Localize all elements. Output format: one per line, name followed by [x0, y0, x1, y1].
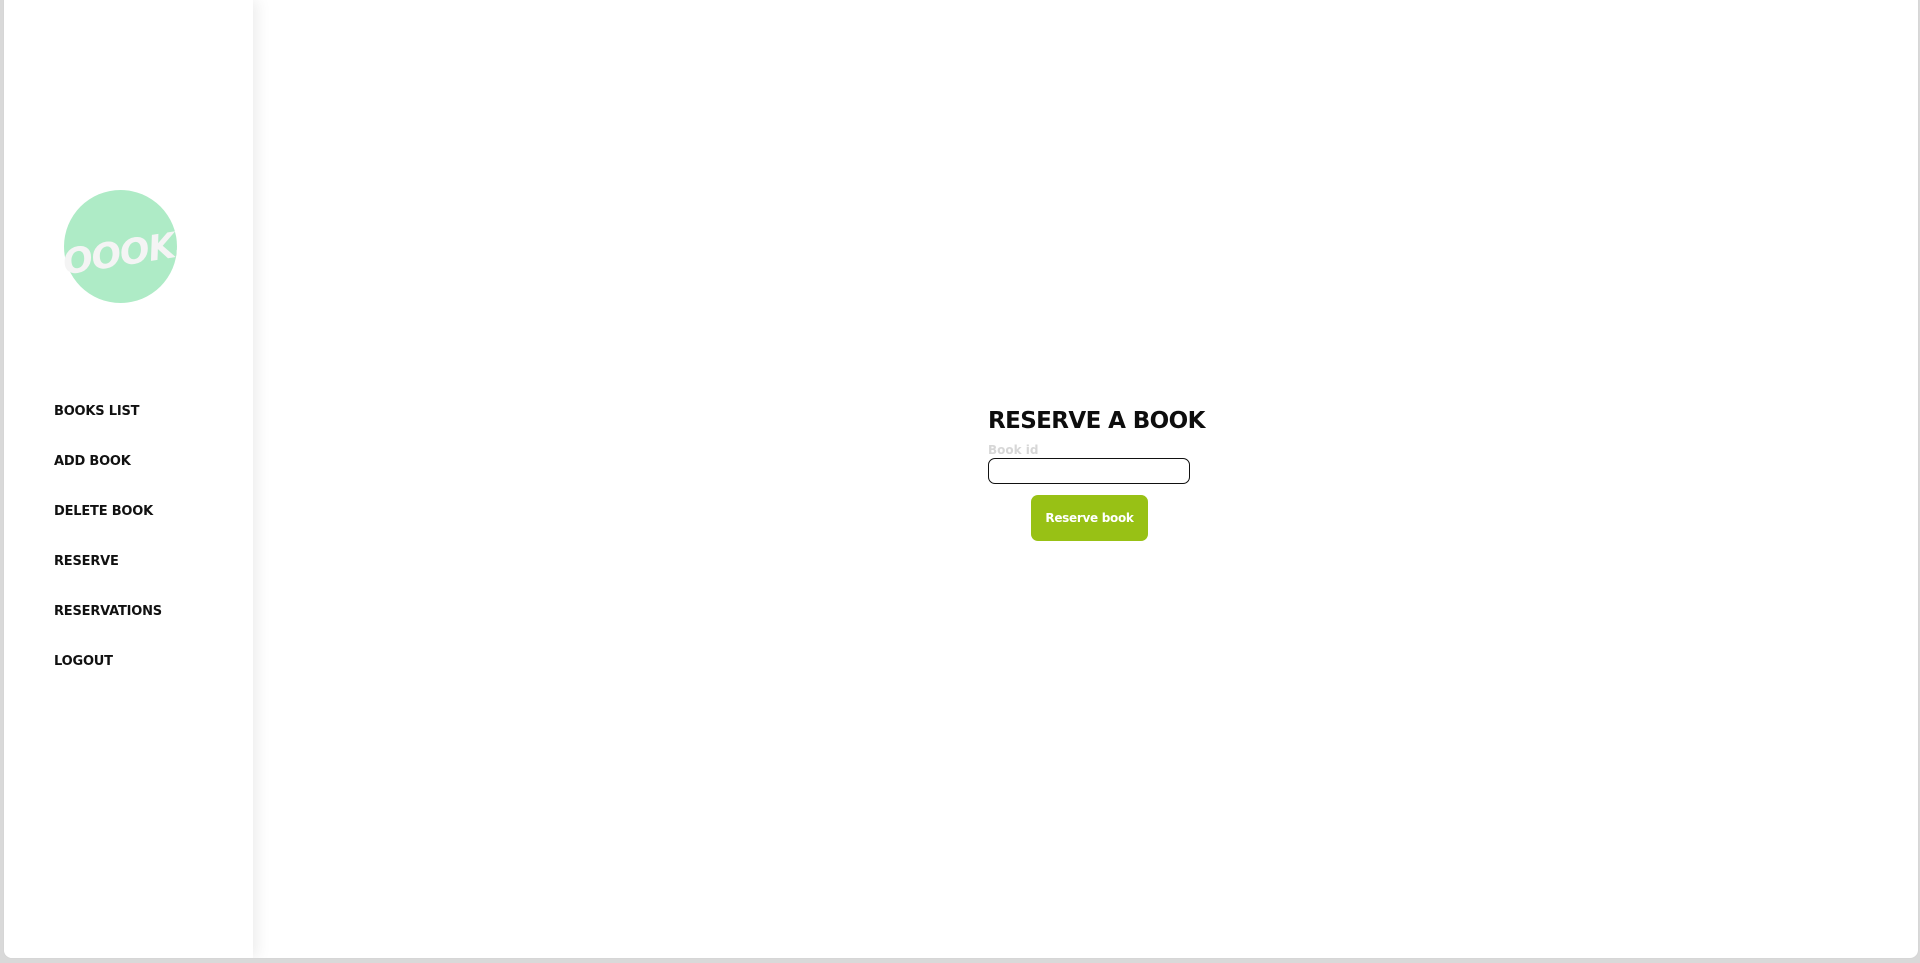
booooks-logo[interactable]: BOOOKS — [64, 190, 177, 303]
page-title: RESERVE A BOOK — [988, 408, 1205, 434]
sidebar-nav: BOOKS LIST ADD BOOK DELETE BOOK RESERVE … — [54, 402, 162, 702]
app-window: BOOOKS BOOKS LIST ADD BOOK DELETE BOOK R… — [3, 0, 1919, 959]
sidebar: BOOOKS BOOKS LIST ADD BOOK DELETE BOOK R… — [4, 0, 253, 958]
sidebar-item-reservations[interactable]: RESERVATIONS — [54, 602, 162, 652]
book-id-label: Book id — [988, 443, 1039, 457]
sidebar-item-add-book[interactable]: ADD BOOK — [54, 452, 162, 502]
sidebar-item-reserve[interactable]: RESERVE — [54, 552, 162, 602]
sidebar-item-delete-book[interactable]: DELETE BOOK — [54, 502, 162, 552]
sidebar-item-logout[interactable]: LOGOUT — [54, 652, 162, 702]
book-id-input[interactable] — [988, 458, 1190, 484]
reserve-book-form: RESERVE A BOOK Book id Reserve book — [988, 405, 1205, 541]
main-content: RESERVE A BOOK Book id Reserve book — [253, 0, 1918, 958]
sidebar-item-books-list[interactable]: BOOKS LIST — [54, 402, 162, 452]
reserve-book-button[interactable]: Reserve book — [1031, 495, 1148, 541]
logo-graphic: BOOOKS — [64, 190, 177, 303]
